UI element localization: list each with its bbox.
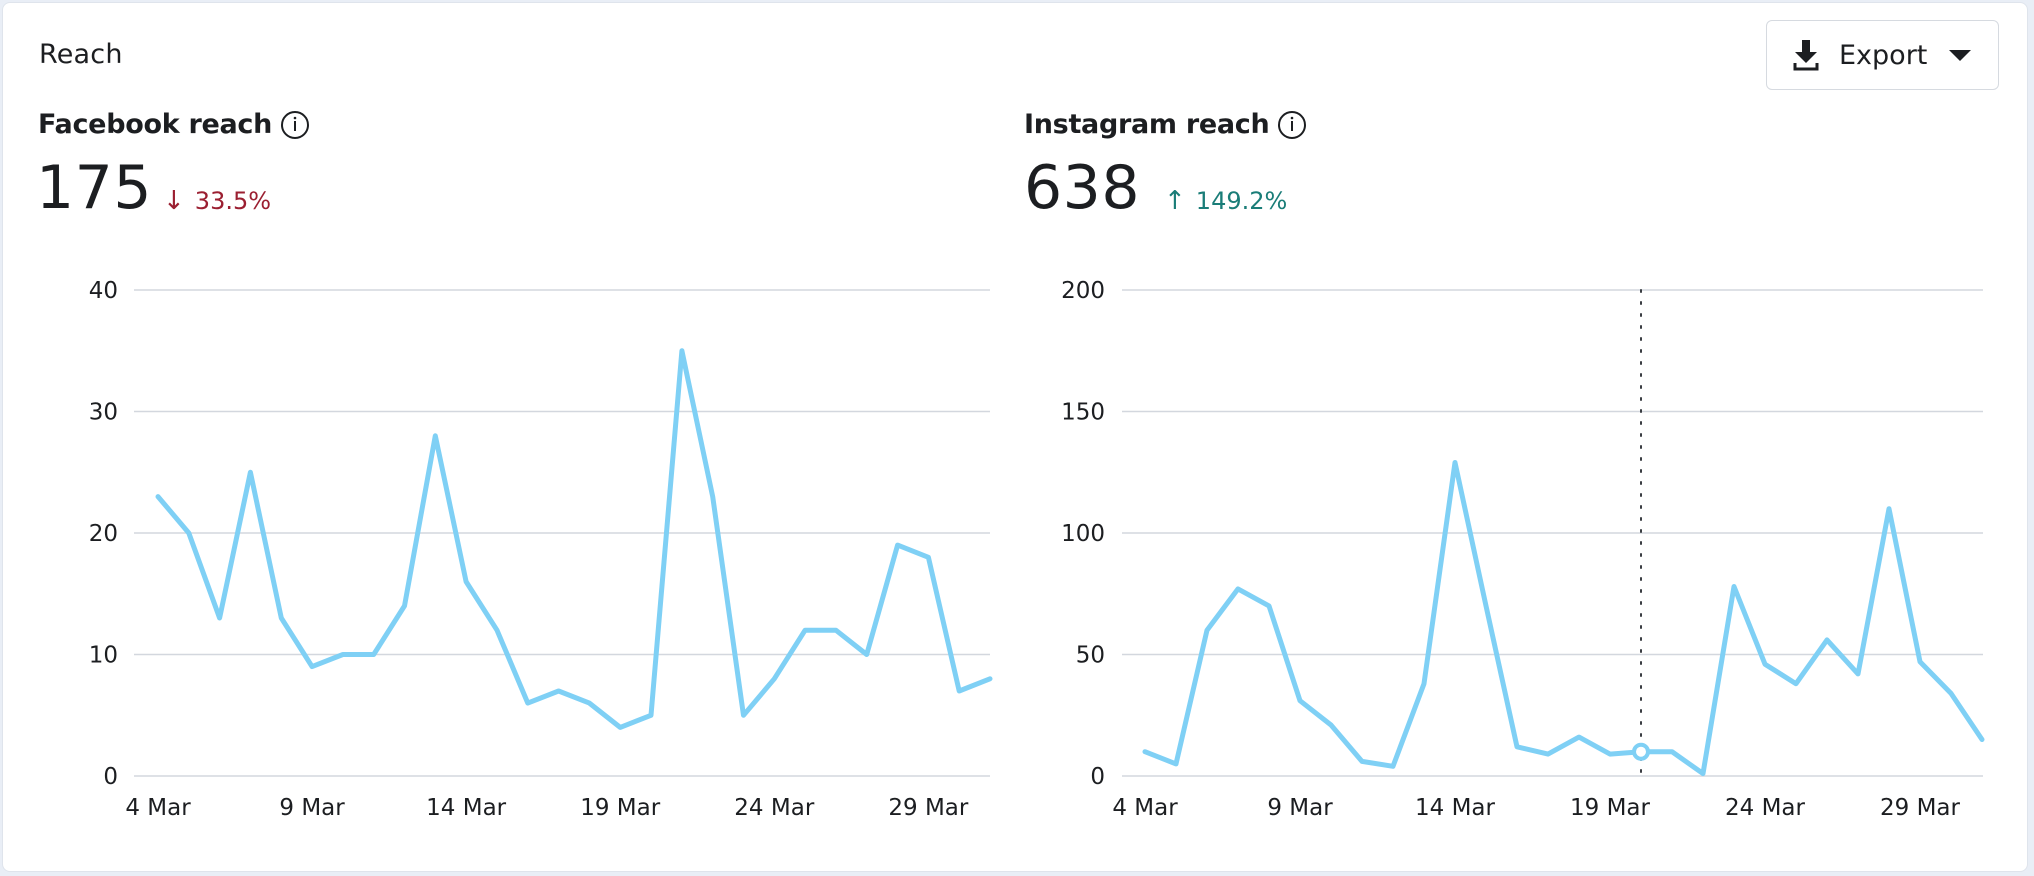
data-point[interactable] — [1943, 685, 1959, 701]
x-tick-label: 29 Mar — [1880, 795, 1961, 821]
y-tick-label: 150 — [1061, 400, 1105, 426]
y-tick-label: 50 — [1076, 643, 1105, 669]
data-point[interactable] — [1261, 598, 1277, 614]
data-point[interactable] — [1695, 766, 1711, 782]
data-point[interactable] — [1974, 732, 1990, 748]
data-point[interactable] — [1478, 598, 1494, 614]
data-point[interactable] — [1416, 676, 1432, 692]
y-tick-label: 0 — [1090, 764, 1105, 790]
data-point[interactable] — [1354, 753, 1370, 769]
data-point[interactable] — [1819, 632, 1835, 648]
x-tick-label: 9 Mar — [1267, 795, 1333, 821]
data-point[interactable] — [1788, 676, 1804, 692]
data-point[interactable] — [1726, 578, 1742, 594]
data-point[interactable] — [1540, 746, 1556, 762]
data-point[interactable] — [1230, 581, 1246, 597]
data-point[interactable] — [1602, 746, 1618, 762]
data-point[interactable] — [1137, 744, 1153, 760]
data-point[interactable] — [1881, 501, 1897, 517]
y-tick-label: 100 — [1061, 521, 1105, 547]
hover-point-marker[interactable] — [1632, 742, 1650, 761]
data-point[interactable] — [1571, 729, 1587, 745]
data-point[interactable] — [1323, 717, 1339, 733]
instagram-reach-chart[interactable]: 0 50 100 150 200 4 Mar 9 Mar 14 Mar 19 Mar 24 Mar… — [0, 0, 2034, 876]
data-point[interactable] — [1509, 739, 1525, 755]
x-tick-label: 4 Mar — [1112, 795, 1178, 821]
data-point[interactable] — [1447, 455, 1463, 471]
y-tick-label: 200 — [1061, 278, 1105, 304]
data-point[interactable] — [1850, 666, 1866, 682]
data-point[interactable] — [1664, 744, 1680, 760]
data-point[interactable] — [1757, 656, 1773, 672]
data-point[interactable] — [1292, 693, 1308, 709]
x-tick-label: 24 Mar — [1725, 795, 1806, 821]
data-point[interactable] — [1168, 756, 1184, 772]
series-line — [1142, 460, 1985, 777]
data-point[interactable] — [1199, 622, 1215, 638]
x-tick-label: 14 Mar — [1415, 795, 1496, 821]
data-point[interactable] — [1912, 654, 1928, 670]
x-tick-label: 19 Mar — [1570, 795, 1651, 821]
data-point[interactable] — [1385, 758, 1401, 774]
